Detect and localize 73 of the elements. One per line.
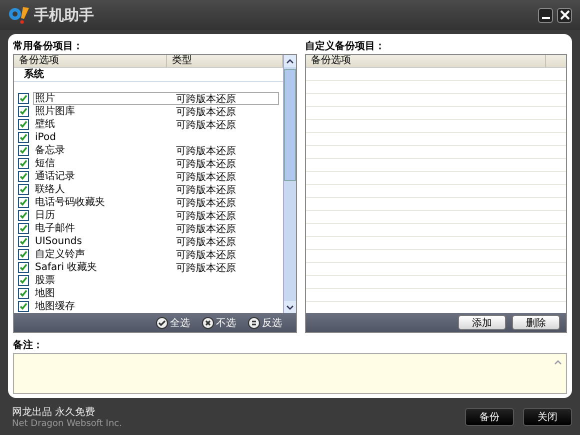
select-action[interactable]: 全选 (156, 316, 190, 330)
option-type: 可跨版本还原 (176, 184, 236, 196)
select-action[interactable]: 反选 (248, 316, 282, 330)
checkbox[interactable] (18, 249, 29, 260)
select-action[interactable]: 不选 (202, 316, 236, 330)
group-header: 系统 (14, 68, 283, 82)
option-type: 可跨版本还原 (176, 144, 236, 158)
option-type: 可跨版本还原 (176, 92, 236, 106)
option-type: 可跨版本还原 (176, 222, 236, 236)
option-name[interactable]: 电话号码收藏夹 (33, 196, 176, 209)
company-name: Net Dragon Websoft Inc. (12, 418, 122, 428)
option-name[interactable]: UISounds (33, 235, 176, 248)
footer-text: 网龙出品 永久免费 (12, 406, 96, 418)
close-button[interactable] (557, 8, 572, 22)
option-name[interactable]: 联络人 (33, 183, 176, 196)
notes-label: 备注： (13, 339, 44, 352)
checkbox[interactable] (18, 223, 29, 234)
cross-icon (202, 316, 214, 328)
option-type: 可跨版本还原 (176, 196, 236, 210)
checkbox[interactable] (18, 236, 29, 247)
option-type: 可跨版本还原 (176, 210, 236, 222)
option-name[interactable]: 通话记录 (33, 170, 176, 183)
option-type: 可跨版本还原 (176, 158, 236, 170)
minimize-button[interactable] (538, 8, 553, 22)
invert-icon (248, 316, 260, 328)
option-name[interactable]: 自定义铃声 (33, 248, 176, 261)
checkbox[interactable] (18, 262, 29, 273)
scroll-up-icon[interactable] (286, 58, 294, 64)
minimize-icon (542, 16, 550, 18)
window-title: 手机助手 (34, 6, 94, 24)
option-name[interactable]: 地图缓存 (33, 300, 176, 313)
checkbox[interactable] (18, 106, 29, 117)
list-button[interactable]: 添加 (458, 315, 506, 330)
checkbox[interactable] (18, 184, 29, 195)
option-name[interactable]: 短信 (33, 157, 176, 170)
notes-field[interactable] (13, 353, 567, 394)
logo-icon (8, 6, 30, 24)
check-icon (156, 316, 168, 328)
option-type: 可跨版本还原 (176, 248, 236, 262)
checkbox[interactable] (18, 210, 29, 221)
footer-button[interactable]: 备份 (465, 408, 514, 426)
option-name[interactable]: 壁纸 (33, 118, 176, 131)
option-type: 可跨版本还原 (176, 236, 236, 248)
scroll-down-icon[interactable] (286, 304, 294, 310)
checkbox[interactable] (18, 288, 29, 299)
option-type: 可跨版本还原 (176, 170, 236, 184)
option-name[interactable]: Safari 收藏夹 (33, 261, 176, 274)
option-name[interactable]: 照片图库 (33, 105, 176, 118)
option-type: 可跨版本还原 (176, 106, 236, 118)
option-type: 可跨版本还原 (176, 262, 236, 274)
section-label: 常用备份项目： (13, 40, 84, 53)
option-name[interactable]: iPod (33, 131, 176, 144)
checkbox[interactable] (18, 197, 29, 208)
option-name[interactable]: 备忘录 (33, 144, 176, 157)
checkbox[interactable] (18, 145, 29, 156)
checkbox[interactable] (18, 119, 29, 130)
checkbox[interactable] (18, 158, 29, 169)
footer-button[interactable]: 关闭 (523, 408, 572, 426)
option-name[interactable]: 地图 (33, 287, 176, 300)
section-label: 自定义备份项目： (305, 40, 386, 53)
checkbox[interactable] (18, 275, 29, 286)
option-type: 可跨版本还原 (176, 118, 236, 132)
checkbox[interactable] (18, 132, 29, 143)
option-name[interactable]: 电子邮件 (33, 222, 176, 235)
list-button[interactable]: 删除 (512, 315, 560, 330)
close-icon (560, 10, 570, 20)
scrollbar[interactable] (283, 55, 296, 313)
checkbox[interactable] (18, 93, 29, 104)
column-header[interactable]: 备份选项 (14, 55, 167, 67)
checkbox[interactable] (18, 301, 29, 312)
checkbox[interactable] (18, 171, 29, 182)
option-name[interactable]: 日历 (33, 209, 176, 222)
option-name[interactable]: 股票 (33, 274, 176, 287)
